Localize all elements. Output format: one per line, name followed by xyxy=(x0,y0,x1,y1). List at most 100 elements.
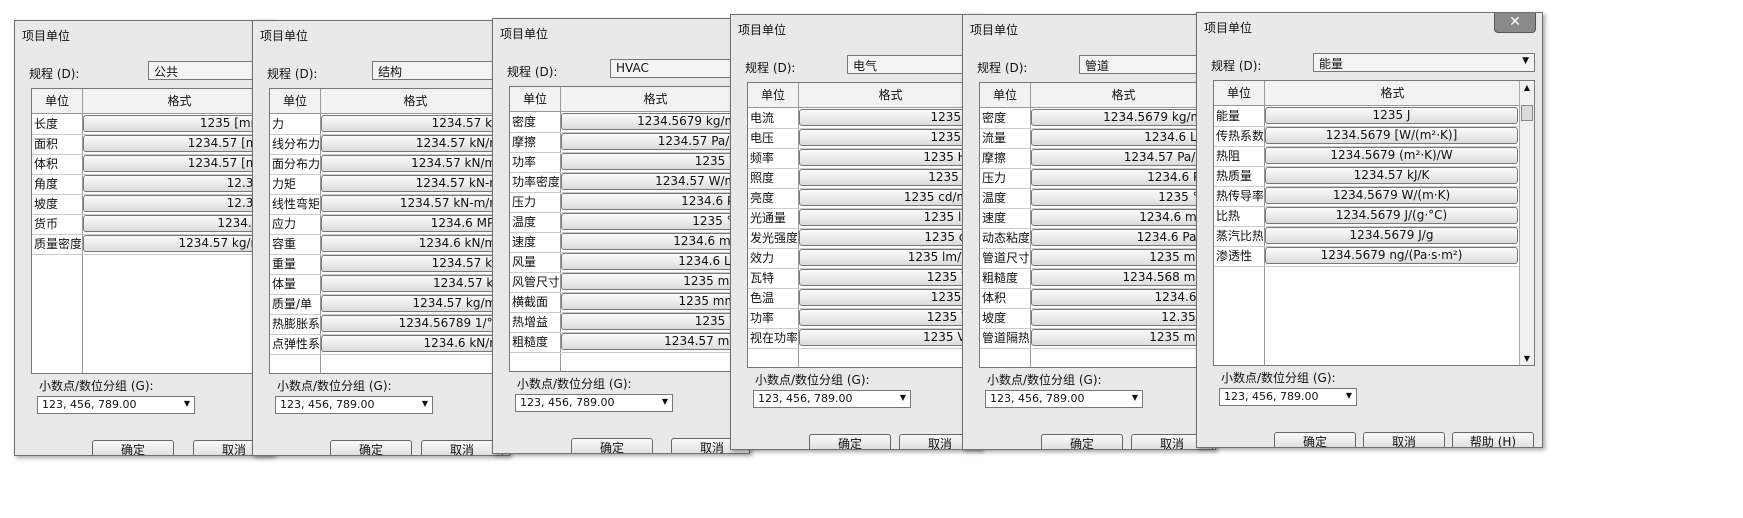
format-button[interactable]: 1234.6 kN/m³ xyxy=(321,235,508,252)
format-button[interactable]: 1235 mm² xyxy=(561,293,748,310)
format-button[interactable]: 1234.568 mm xyxy=(1031,269,1214,286)
format-button[interactable]: 1234.57 kg/m² xyxy=(321,295,508,312)
format-button[interactable]: 1234.6 L/s xyxy=(561,253,748,270)
table-row: 密度 1234.5679 kg/m³ xyxy=(510,112,749,133)
table-row: 流量 1234.6 L/s xyxy=(980,128,1215,149)
vertical-scrollbar[interactable]: ▲ ▼ xyxy=(1519,81,1534,365)
format-button[interactable]: 1235 °C xyxy=(1031,189,1214,206)
decimal-grouping-select[interactable]: 123, 456, 789.00 ▼ xyxy=(515,394,673,412)
cancel-button[interactable]: 取消 xyxy=(1363,432,1445,447)
format-button[interactable]: 1234.57 W/m² xyxy=(561,173,748,190)
unit-name: 热阻 xyxy=(1216,149,1241,163)
cancel-button[interactable]: 取消 xyxy=(421,440,503,455)
format-button[interactable]: 1234.57 xyxy=(83,215,273,232)
format-button[interactable]: 1234.6 m/s xyxy=(1031,209,1214,226)
unit-name: 速度 xyxy=(512,235,537,249)
format-button[interactable]: 12.35° xyxy=(83,195,273,212)
decimal-grouping-select[interactable]: 123, 456, 789.00 ▼ xyxy=(985,390,1143,408)
format-button[interactable]: 1234.5679 kg/m³ xyxy=(1031,109,1214,126)
format-button[interactable]: 1234.57 mm xyxy=(561,333,748,350)
decimal-grouping-select[interactable]: 123, 456, 789.00 ▼ xyxy=(1219,388,1357,406)
discipline-select[interactable]: 结构 xyxy=(372,61,509,80)
format-button[interactable]: 1234.5679 kg/m³ xyxy=(561,113,748,130)
format-button[interactable]: 1234.57 Pa/m xyxy=(561,133,748,150)
format-button[interactable]: 1235 W xyxy=(799,309,980,326)
format-button[interactable]: 1235 W xyxy=(799,269,980,286)
format-button[interactable]: 1235 cd/m² xyxy=(799,189,980,206)
format-button[interactable]: 12.35° xyxy=(83,175,273,192)
ok-button[interactable]: 确定 xyxy=(1274,432,1356,447)
format-button[interactable]: 1234.5679 [W/(m²·K)] xyxy=(1265,127,1518,144)
ok-button[interactable]: 确定 xyxy=(571,438,653,453)
format-button[interactable]: 12.35% xyxy=(1031,309,1214,326)
help-button[interactable]: 帮助 (H) xyxy=(1452,432,1534,447)
format-button[interactable]: 1235 V xyxy=(799,129,980,146)
format-button[interactable]: 1234.57 kN xyxy=(321,115,508,132)
format-button[interactable]: 1235 W xyxy=(561,313,748,330)
decimal-grouping-select[interactable]: 123, 456, 789.00 ▼ xyxy=(37,396,195,414)
format-button[interactable]: 1234.5679 ng/(Pa·s·m²) xyxy=(1265,247,1518,264)
table-row: 速度 1234.6 m/s xyxy=(510,232,749,253)
unit-name: 温度 xyxy=(512,215,537,229)
format-button[interactable]: 1234.57 kJ/K xyxy=(1265,167,1518,184)
format-button[interactable]: 1234.5679 J/(g·°C) xyxy=(1265,207,1518,224)
format-button[interactable]: 1234.57 kg xyxy=(321,275,508,292)
decimal-grouping-select[interactable]: 123, 456, 789.00 ▼ xyxy=(753,390,911,408)
format-button[interactable]: 1235 lm/W xyxy=(799,249,980,266)
ok-button[interactable]: 确定 xyxy=(1041,434,1123,449)
unit-name: 功率 xyxy=(750,311,775,325)
format-button[interactable]: 1234.6 MPa xyxy=(321,215,508,232)
dialog-project-units-energy: 项目单位 ✕ 规程 (D): 能量 ▼ 单位 格式 能量 1235 J 传热系数 12… xyxy=(1196,12,1543,448)
format-button[interactable]: 1235 °C xyxy=(561,213,748,230)
ok-button[interactable]: 确定 xyxy=(92,440,174,455)
format-button[interactable]: 1235 mm xyxy=(1031,249,1214,266)
format-button[interactable]: 1234.6 Pa-s xyxy=(1031,229,1214,246)
table-row: 发光强度 1235 cd xyxy=(748,228,981,249)
format-button[interactable]: 1235 VA xyxy=(799,329,980,346)
format-button[interactable]: 1235 lx xyxy=(799,169,980,186)
format-button[interactable]: 1234.6 L xyxy=(1031,289,1214,306)
format-button[interactable]: 1234.56789 1/°C xyxy=(321,315,508,332)
format-button[interactable]: 1235 J xyxy=(1265,107,1518,124)
close-button[interactable]: ✕ xyxy=(1494,13,1536,33)
format-button[interactable]: 1234.6 kN/m xyxy=(321,335,508,352)
format-button[interactable]: 1234.57 kN/m xyxy=(321,135,508,152)
dialog-project-units-electrical: 项目单位 规程 (D): 电气 单位 格式 电流 1235 A 电压 1235 V 频率… xyxy=(730,14,982,450)
discipline-select[interactable]: 能量 ▼ xyxy=(1313,53,1535,72)
format-button[interactable]: 1234.6 L/s xyxy=(1031,129,1214,146)
scroll-up-icon[interactable]: ▲ xyxy=(1520,83,1534,92)
format-button[interactable]: 1234.57 kN-m xyxy=(321,175,508,192)
format-button[interactable]: 1234.57 kN/m² xyxy=(321,155,508,172)
ok-button[interactable]: 确定 xyxy=(330,440,412,455)
format-button[interactable]: 1234.5679 (m²·K)/W xyxy=(1265,147,1518,164)
scroll-thumb[interactable] xyxy=(1521,105,1533,121)
format-button[interactable]: 1235 A xyxy=(799,109,980,126)
discipline-select[interactable]: HVAC xyxy=(610,59,749,78)
table-row: 粗糙度 1234.57 mm xyxy=(510,332,749,353)
format-button[interactable]: 1234.5679 W/(m·K) xyxy=(1265,187,1518,204)
format-button[interactable]: 1234.57 kN xyxy=(321,255,508,272)
format-button[interactable]: 1234.57 [m³] xyxy=(83,155,273,172)
dialog-title: 项目单位 xyxy=(500,27,549,41)
format-button[interactable]: 1234.57 [m²] xyxy=(83,135,273,152)
decimal-grouping-select[interactable]: 123, 456, 789.00 ▼ xyxy=(275,396,433,414)
format-button[interactable]: 1234.6 m/s xyxy=(561,233,748,250)
format-button[interactable]: 1234.57 kg/m³ xyxy=(83,235,273,252)
format-button[interactable]: 1235 mm xyxy=(1031,329,1214,346)
format-button[interactable]: 1235 K xyxy=(799,289,980,306)
ok-button[interactable]: 确定 xyxy=(809,434,891,449)
scroll-down-icon[interactable]: ▼ xyxy=(1520,354,1534,363)
grid-header: 单位 格式 xyxy=(32,89,273,114)
format-button[interactable]: 1234.57 Pa/m xyxy=(1031,149,1214,166)
format-button[interactable]: 1235 lm xyxy=(799,209,980,226)
format-button[interactable]: 1234.57 kN-m/m xyxy=(321,195,508,212)
format-button[interactable]: 1235 mm xyxy=(561,273,748,290)
format-button[interactable]: 1235 W xyxy=(561,153,748,170)
table-row: 面积 1234.57 [m²] xyxy=(32,134,273,155)
format-button[interactable]: 1235 cd xyxy=(799,229,980,246)
format-button[interactable]: 1234.6 Pa xyxy=(1031,169,1214,186)
format-button[interactable]: 1234.6 Pa xyxy=(561,193,748,210)
format-button[interactable]: 1235 [mm] xyxy=(83,115,273,132)
format-button[interactable]: 1235 Hz xyxy=(799,149,980,166)
format-button[interactable]: 1234.5679 J/g xyxy=(1265,227,1518,244)
